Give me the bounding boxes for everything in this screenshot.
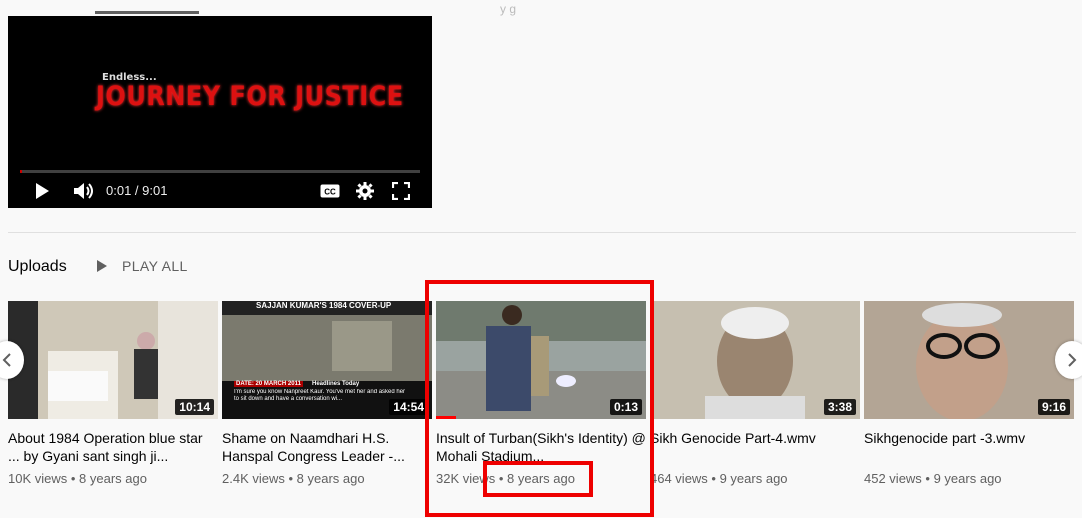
video-meta: 10K views • 8 years ago xyxy=(8,471,147,486)
play-icon[interactable] xyxy=(32,182,52,200)
play-all-button[interactable]: PLAY ALL xyxy=(96,258,188,274)
thumbnail-date: DATE: 20 MARCH 2011 xyxy=(234,381,303,387)
video-title[interactable]: Shame on Naamdhari H.S. Hanspal Congress… xyxy=(222,429,432,465)
video-meta: 452 views • 9 years ago xyxy=(864,471,1002,486)
thumbnail-headline: Headlines Today xyxy=(312,381,360,387)
captions-icon[interactable]: CC xyxy=(319,182,341,200)
upload-age: 9 years ago xyxy=(933,471,1002,486)
featured-video-player[interactable]: Endless... JOURNEY FOR JUSTICE 0:01 / 9:… xyxy=(8,16,432,208)
video-title[interactable]: Sikhgenocide part -3.wmv xyxy=(864,429,1074,465)
video-card[interactable]: SAJJAN KUMAR'S 1984 COVER-UP DATE: 20 MA… xyxy=(222,301,432,486)
time-display: 0:01 / 9:01 xyxy=(106,183,168,198)
section-divider xyxy=(8,232,1076,233)
video-card[interactable]: 9:16 Sikhgenocide part -3.wmv 452 views … xyxy=(864,301,1074,486)
thumbnail-banner: SAJJAN KUMAR'S 1984 COVER-UP xyxy=(256,301,392,310)
channel-tabs-bar: y g xyxy=(0,0,1082,16)
fullscreen-icon[interactable] xyxy=(391,182,411,200)
play-all-icon xyxy=(97,260,107,272)
video-thumbnail[interactable]: 10:14 xyxy=(8,301,218,419)
video-thumbnail[interactable]: 9:16 xyxy=(864,301,1074,419)
upload-age: 9 years ago xyxy=(719,471,788,486)
shelf-next-button[interactable] xyxy=(1055,341,1082,379)
upload-age: 8 years ago xyxy=(79,471,147,486)
video-duration: 10:14 xyxy=(175,399,214,415)
view-count: 2.4K views xyxy=(222,471,285,486)
settings-gear-icon[interactable] xyxy=(354,181,376,201)
video-card[interactable]: 3:38 Sikh Genocide Part-4.wmv 464 views … xyxy=(650,301,860,486)
title-art-line2: JOURNEY FOR JUSTICE xyxy=(96,80,404,112)
video-duration: 9:16 xyxy=(1037,399,1070,415)
view-count: 464 views xyxy=(650,471,708,486)
annotation-highlight-age xyxy=(483,461,593,497)
video-duration: 14:54 xyxy=(389,399,428,415)
play-all-label: PLAY ALL xyxy=(122,258,188,274)
svg-text:CC: CC xyxy=(324,188,336,197)
video-title[interactable]: About 1984 Operation blue star ... by Gy… xyxy=(8,429,218,465)
video-meta: 2.4K views • 8 years ago xyxy=(222,471,365,486)
chevron-right-icon xyxy=(1068,353,1077,367)
player-controls: 0:01 / 9:01 CC xyxy=(8,176,432,206)
chevron-left-icon xyxy=(2,353,11,367)
video-card[interactable]: 10:14 About 1984 Operation blue star ...… xyxy=(8,301,218,486)
progress-bar-fill xyxy=(20,170,22,173)
volume-icon[interactable] xyxy=(72,181,96,201)
cropped-header-text: y g xyxy=(500,2,517,16)
video-duration: 3:38 xyxy=(823,399,856,415)
video-title[interactable]: Sikh Genocide Part-4.wmv xyxy=(650,429,860,465)
upload-age: 8 years ago xyxy=(296,471,365,486)
view-count: 10K views xyxy=(8,471,68,486)
active-tab-indicator xyxy=(95,11,199,14)
video-meta: 464 views • 9 years ago xyxy=(650,471,788,486)
progress-bar[interactable] xyxy=(20,170,420,173)
video-thumbnail[interactable]: SAJJAN KUMAR'S 1984 COVER-UP DATE: 20 MA… xyxy=(222,301,432,419)
thumbnail-caption: I'm sure you know Nanpreet Kaur. You've … xyxy=(234,389,406,402)
view-count: 452 views xyxy=(864,471,922,486)
channel-page: y g Endless... JOURNEY FOR JUSTICE 0:01 … xyxy=(0,0,1082,518)
shelf-title[interactable]: Uploads xyxy=(8,258,67,276)
video-thumbnail[interactable]: 3:38 xyxy=(650,301,860,419)
